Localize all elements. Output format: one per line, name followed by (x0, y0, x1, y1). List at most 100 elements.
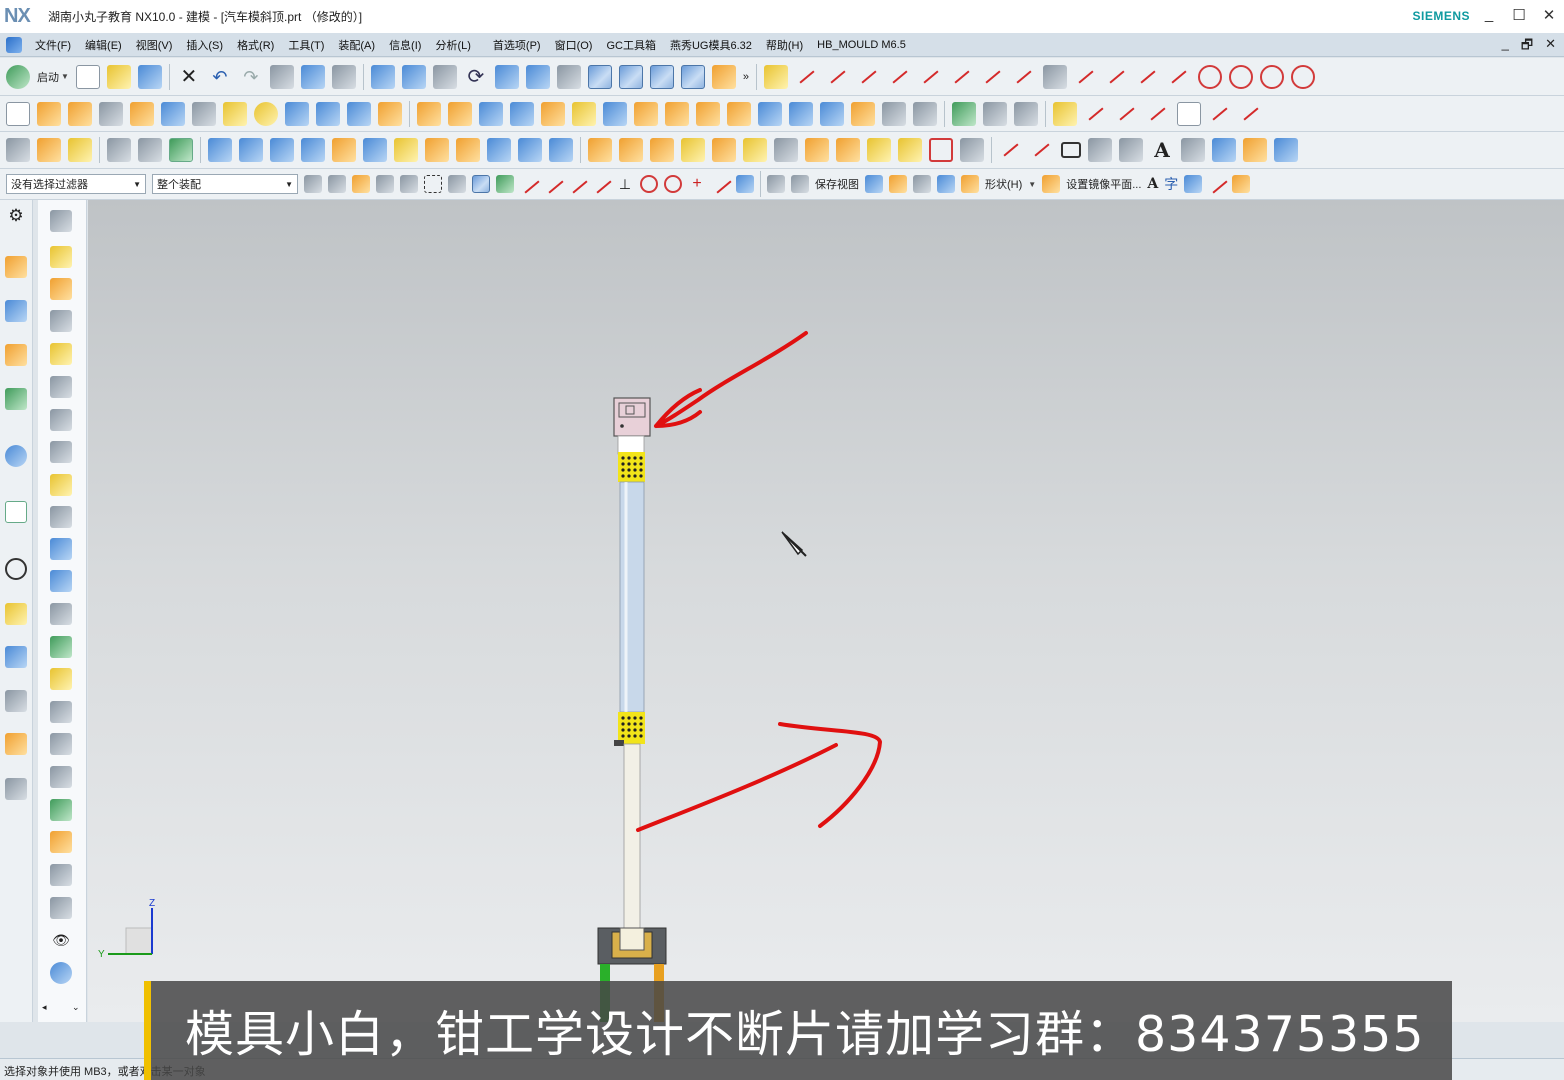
sew-icon[interactable] (487, 138, 511, 162)
mirror-plane-icon[interactable] (1042, 175, 1061, 193)
surface-icon[interactable] (208, 138, 232, 162)
menu-gc-toolbox[interactable]: GC工具箱 (599, 37, 663, 53)
fit-view-icon[interactable] (370, 64, 395, 89)
tree-structure-icon[interactable] (50, 210, 72, 232)
selection-filter-dropdown[interactable]: 没有选择过滤器 ▼ (6, 174, 146, 194)
chamfer-icon[interactable] (603, 101, 627, 126)
snap-point-icon[interactable] (328, 175, 346, 193)
new-file-icon[interactable] (75, 64, 100, 89)
more-tools-button[interactable]: » (743, 71, 749, 83)
save-view-icon[interactable] (791, 175, 809, 193)
text-page-icon[interactable] (1177, 101, 1201, 126)
workpiece-icon[interactable] (50, 376, 72, 398)
start-button[interactable]: 启动 (37, 69, 59, 85)
circle-tangent-icon[interactable] (1260, 64, 1285, 89)
chevron-down-icon[interactable]: ▼ (61, 72, 69, 81)
select-feature-icon[interactable] (376, 175, 394, 193)
menu-edit[interactable]: 编辑(E) (78, 37, 129, 53)
part-navigator-icon[interactable] (5, 344, 27, 366)
pen-icon[interactable] (1208, 175, 1226, 193)
block-icon[interactable] (161, 101, 185, 126)
tube-icon[interactable] (99, 101, 123, 126)
web-browser-icon[interactable] (5, 445, 27, 467)
ejector-pin-icon[interactable] (50, 570, 72, 592)
delete-face-icon[interactable] (882, 101, 906, 126)
core-icon[interactable] (619, 138, 643, 162)
pocket-cut-icon[interactable] (929, 138, 953, 162)
datum-feature-icon[interactable] (1274, 138, 1298, 162)
datum-axis-icon[interactable] (983, 101, 1007, 126)
menu-insert[interactable]: 插入(S) (179, 37, 230, 53)
drawing-icon[interactable] (50, 897, 72, 919)
bounded-plane-icon[interactable] (394, 138, 418, 162)
iso-view-icon[interactable] (680, 64, 705, 89)
check-icon[interactable] (50, 246, 72, 268)
surface-finish-icon[interactable] (1212, 138, 1236, 162)
chevron-down-icon[interactable]: ▼ (1028, 180, 1036, 189)
mirror-plane-button[interactable]: 设置镜像平面... (1066, 176, 1141, 192)
slider-icon[interactable] (712, 138, 736, 162)
sweep-icon[interactable] (223, 101, 247, 126)
fillet-curve-icon[interactable] (1074, 65, 1098, 89)
pad-icon[interactable] (378, 101, 402, 126)
palette-icon[interactable] (5, 778, 27, 800)
shape-icon[interactable] (961, 175, 979, 193)
open-folder-icon[interactable] (106, 64, 131, 89)
extend-curve-icon[interactable] (1167, 65, 1191, 89)
snap-line-icon[interactable] (520, 175, 538, 193)
save-view-button[interactable]: 保存视图 (815, 176, 859, 192)
thicken-icon[interactable] (549, 138, 573, 162)
standard-part-icon[interactable] (50, 538, 72, 560)
balloon-icon[interactable] (1181, 138, 1205, 162)
cavity-icon[interactable] (650, 138, 674, 162)
subtract-icon[interactable] (510, 101, 534, 126)
select-similar-icon[interactable] (138, 138, 162, 162)
cube-icon[interactable] (316, 101, 340, 126)
layout-icon[interactable] (50, 409, 72, 431)
datum-csys-icon[interactable] (1014, 101, 1038, 126)
model-view-icon[interactable] (937, 175, 955, 193)
menu-help[interactable]: 帮助(H) (759, 37, 810, 53)
cooling-tool-icon[interactable] (50, 831, 72, 853)
reuse-library-icon[interactable] (5, 388, 27, 410)
trim-body-icon[interactable] (727, 101, 751, 126)
mirror-body-icon[interactable] (789, 101, 813, 126)
offset-face-icon[interactable] (696, 101, 720, 126)
lifter-icon[interactable] (743, 138, 767, 162)
lifter-rod[interactable] (619, 481, 645, 713)
mold-plate-icon[interactable] (50, 506, 72, 528)
axis-line-icon[interactable] (826, 65, 850, 89)
extension-surface-icon[interactable] (425, 138, 449, 162)
shell-icon[interactable] (634, 101, 658, 126)
n-sided-surface-icon[interactable] (332, 138, 356, 162)
view-settings-icon[interactable] (767, 175, 785, 193)
rectangle-icon[interactable] (1061, 142, 1081, 158)
orient-view-icon[interactable] (525, 64, 550, 89)
move-face-icon[interactable] (820, 101, 844, 126)
grid-icon[interactable] (1043, 64, 1068, 89)
maximize-button[interactable]: ☐ (1512, 6, 1526, 24)
parallel-line-icon[interactable] (857, 65, 881, 89)
slide-lifter-icon[interactable] (50, 636, 72, 658)
sketch-icon[interactable] (6, 101, 30, 126)
history-icon[interactable] (5, 501, 27, 523)
add-feature-icon[interactable] (352, 175, 370, 193)
edge-blend-icon[interactable] (572, 101, 596, 126)
section-view-icon[interactable] (711, 64, 736, 89)
offset-curve-icon[interactable] (1146, 102, 1170, 126)
join-curve-icon[interactable] (1239, 102, 1263, 126)
electrode-tool-icon[interactable] (50, 733, 72, 755)
circle-icon[interactable] (1198, 64, 1223, 89)
curve-icon[interactable] (981, 65, 1005, 89)
clock-icon[interactable] (5, 558, 27, 580)
helix-icon[interactable] (1012, 65, 1036, 89)
undo-icon[interactable]: ↶ (208, 65, 232, 89)
swept-surface-icon[interactable] (301, 138, 325, 162)
snap-midpoint-icon[interactable] (544, 175, 562, 193)
replace-face-icon[interactable] (851, 101, 875, 126)
project-curve-icon[interactable] (1084, 102, 1108, 126)
grid-layout-icon[interactable] (1184, 175, 1203, 193)
menu-tools[interactable]: 工具(T) (281, 37, 331, 53)
trim-corner-icon[interactable] (1136, 65, 1160, 89)
snap-arc-center-icon[interactable] (640, 175, 658, 193)
